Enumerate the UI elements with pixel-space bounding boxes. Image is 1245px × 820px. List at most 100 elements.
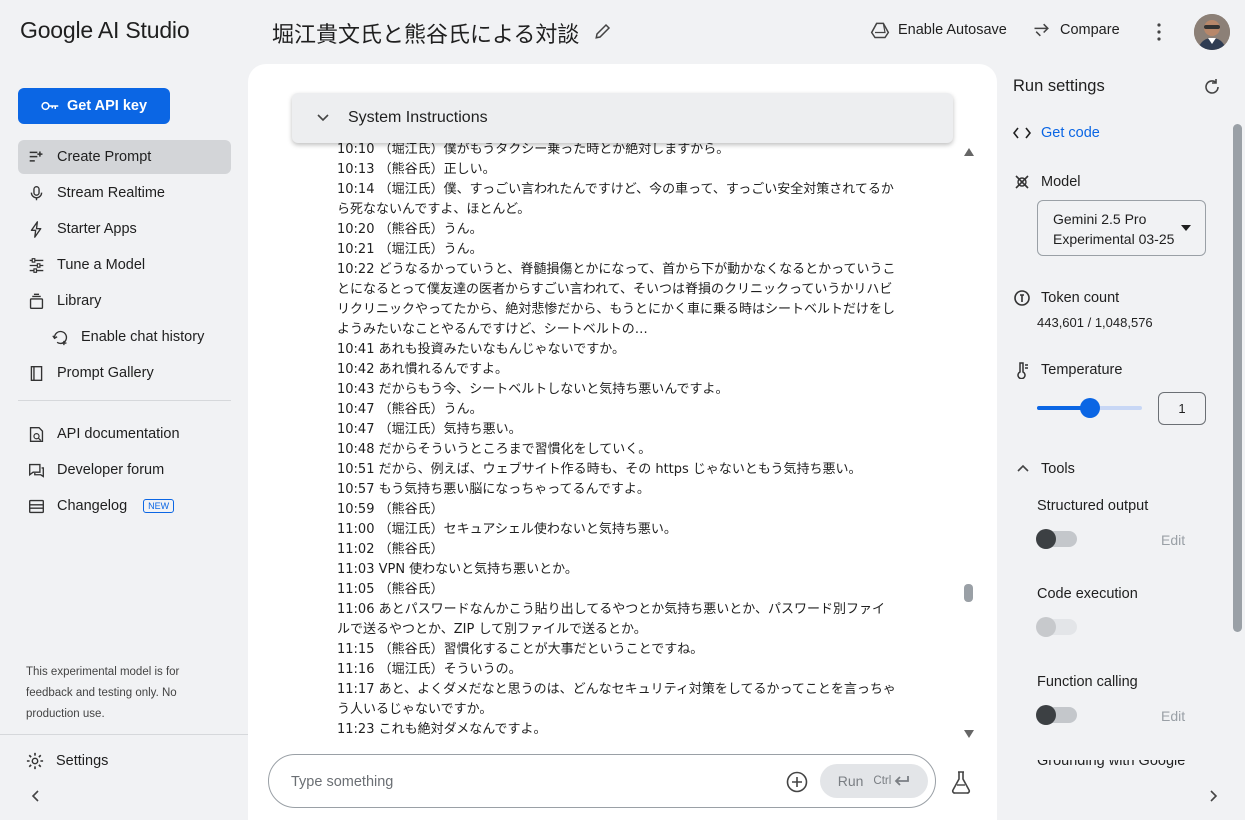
token-count-row: Token count [1013, 289, 1119, 307]
run-button[interactable]: Run Ctrl [820, 764, 928, 798]
add-media-icon[interactable] [786, 771, 808, 793]
tool-name-code-execution: Code execution [1037, 586, 1138, 602]
create-prompt-icon [29, 151, 43, 162]
prompt-title[interactable]: 堀江貴文氏と熊谷氏による対談 [272, 17, 579, 49]
settings-scrollbar-thumb[interactable] [1233, 124, 1242, 632]
left-sidebar: Get API key Create Prompt Stream Realtim… [0, 64, 248, 820]
system-instructions-toggle[interactable]: System Instructions [292, 93, 953, 143]
model-select[interactable]: Gemini 2.5 Pro Experimental 03-25 [1037, 200, 1206, 256]
reset-icon[interactable] [1203, 78, 1221, 96]
sidebar-item-starter-apps[interactable]: Starter Apps [18, 212, 231, 246]
triangle-drive-icon [870, 22, 890, 39]
model-value-line-2: Experimental 03-25 [1053, 231, 1175, 247]
transcript-scrollbar-thumb[interactable] [964, 584, 973, 602]
new-badge: NEW [143, 499, 175, 513]
transcript-line: 11:00 （堀江氏）セキュアシェル使わないと気持ち悪い。 [337, 522, 677, 537]
book-icon [30, 365, 43, 381]
model-label: Model [1041, 174, 1081, 190]
tool-name-function-calling: Function calling [1037, 674, 1138, 690]
model-icon [1015, 175, 1029, 189]
bolt-icon [30, 220, 42, 238]
settings-button[interactable]: Settings [18, 744, 231, 778]
chevron-up-icon [1017, 464, 1029, 472]
function-calling-toggle[interactable] [1036, 705, 1077, 725]
app-brand[interactable]: Google AI Studio [20, 17, 190, 44]
prompt-input[interactable] [291, 769, 761, 795]
transcript-content[interactable]: 10:10 （堀江氏）僕がもうタクシー乗った時とか絶対しますから。 10:13 （… [337, 140, 897, 736]
token-count-label: Token count [1041, 290, 1120, 306]
tune-icon [29, 257, 44, 273]
scroll-up-arrow-icon[interactable] [964, 148, 974, 156]
tool-name-structured-output: Structured output [1037, 498, 1149, 514]
sidebar-item-label: API documentation [57, 426, 180, 442]
function-calling-edit-link[interactable]: Edit [1161, 708, 1185, 724]
scroll-down-arrow-icon[interactable] [964, 730, 974, 738]
temperature-row: Temperature [1013, 361, 1122, 379]
chevron-down-icon [317, 114, 329, 122]
transcript-line: 10:48 だからそういうところまで習慣化をしていく。 [337, 442, 652, 457]
code-icon [1013, 127, 1031, 139]
get-code-label: Get code [1041, 125, 1100, 141]
sidebar-item-label: Changelog [57, 498, 128, 514]
run-settings-title: Run settings [1013, 77, 1105, 95]
get-code-button[interactable]: Get code [1013, 125, 1100, 141]
structured-output-edit-link[interactable]: Edit [1161, 532, 1185, 548]
run-shortcut-key: Ctrl [873, 775, 892, 787]
temperature-slider-knob[interactable] [1079, 398, 1100, 418]
transcript-line: 11:23 これも絶対ダメなんですよ。 [337, 722, 547, 736]
toggle-knob [1036, 529, 1056, 549]
chevron-left-icon[interactable] [28, 788, 44, 804]
transcript-line: 10:41 あれも投資みたいなもんじゃないですか。 [337, 342, 625, 357]
run-settings-panel: Run settings Get code Model Gemini 2.5 P… [997, 64, 1245, 820]
library-icon [29, 293, 44, 309]
more-vert-icon[interactable] [1150, 22, 1168, 42]
chevron-right-icon[interactable] [1205, 788, 1221, 804]
transcript-line: 10:43 だからもう今、シートベルトしないと気持ち悪いんですよ。 [337, 382, 729, 397]
flask-icon[interactable] [950, 770, 972, 794]
pencil-icon[interactable] [594, 22, 612, 40]
transcript-line: 10:47 （熊谷氏）うん。 [337, 402, 483, 417]
get-api-key-button[interactable]: Get API key [18, 88, 170, 124]
top-bar: Google AI Studio 堀江貴文氏と熊谷氏による対談 Enable A… [0, 0, 1245, 64]
sidebar-item-create-prompt[interactable]: Create Prompt [18, 140, 231, 174]
transcript-line: 10:20 （熊谷氏）うん。 [337, 222, 483, 237]
sidebar-item-label: Create Prompt [57, 149, 152, 165]
sidebar-item-prompt-gallery[interactable]: Prompt Gallery [18, 356, 231, 390]
compare-button[interactable]: Compare [1032, 20, 1120, 40]
sidebar-item-label: Enable chat history [81, 329, 205, 345]
temperature-input[interactable]: 1 [1158, 392, 1206, 425]
dropdown-caret-icon [1181, 225, 1191, 231]
system-instructions-label: System Instructions [348, 109, 488, 126]
sidebar-item-tune-model[interactable]: Tune a Model [18, 248, 231, 282]
sidebar-item-label: Tune a Model [57, 257, 146, 273]
sidebar-link-changelog[interactable]: Changelog NEW [18, 489, 231, 523]
enable-autosave-button[interactable]: Enable Autosave [870, 20, 1007, 40]
token-icon [1014, 290, 1030, 306]
avatar[interactable] [1194, 14, 1230, 50]
transcript-line: 11:03 VPN 使わないと気持ち悪いとか。 [337, 562, 578, 577]
structured-output-toggle[interactable] [1036, 529, 1077, 549]
run-label: Run [837, 773, 864, 789]
sidebar-item-label: Library [57, 293, 102, 309]
experimental-note: This experimental model is for feedback … [26, 666, 180, 720]
sidebar-bottom-divider [0, 734, 248, 735]
transcript-line: 10:22 どうなるかっていうと、脊髄損傷とかになって、首から下が動かなくなると… [337, 262, 896, 337]
sidebar-link-developer-forum[interactable]: Developer forum [18, 453, 231, 487]
sidebar-item-label: Prompt Gallery [57, 365, 154, 381]
enter-key-icon [895, 776, 910, 786]
sidebar-item-label: Developer forum [57, 462, 165, 478]
transcript-line: 11:15 （熊谷氏）習慣化することが大事だということですね。 [337, 642, 704, 657]
sidebar-item-label: Stream Realtime [57, 185, 165, 201]
transcript-line: 11:05 （熊谷氏） [337, 582, 444, 597]
prompt-panel: System Instructions 10:10 （堀江氏）僕がもうタクシー乗… [248, 64, 997, 820]
sidebar-item-library[interactable]: Library [18, 284, 231, 318]
sidebar-item-enable-chat-history[interactable]: Enable chat history [42, 320, 231, 354]
temperature-slider[interactable] [1037, 398, 1142, 418]
sidebar-item-stream-realtime[interactable]: Stream Realtime [18, 176, 231, 210]
code-execution-toggle[interactable] [1036, 617, 1077, 637]
transcript-line: 10:10 （堀江氏）僕がもうタクシー乗った時とか絶対しますから。 [337, 142, 730, 157]
transcript-line: 10:21 （堀江氏）うん。 [337, 242, 483, 257]
sidebar-link-api-documentation[interactable]: API documentation [18, 417, 231, 451]
tools-label: Tools [1041, 461, 1075, 477]
tools-section-toggle[interactable]: Tools [1017, 461, 1075, 477]
